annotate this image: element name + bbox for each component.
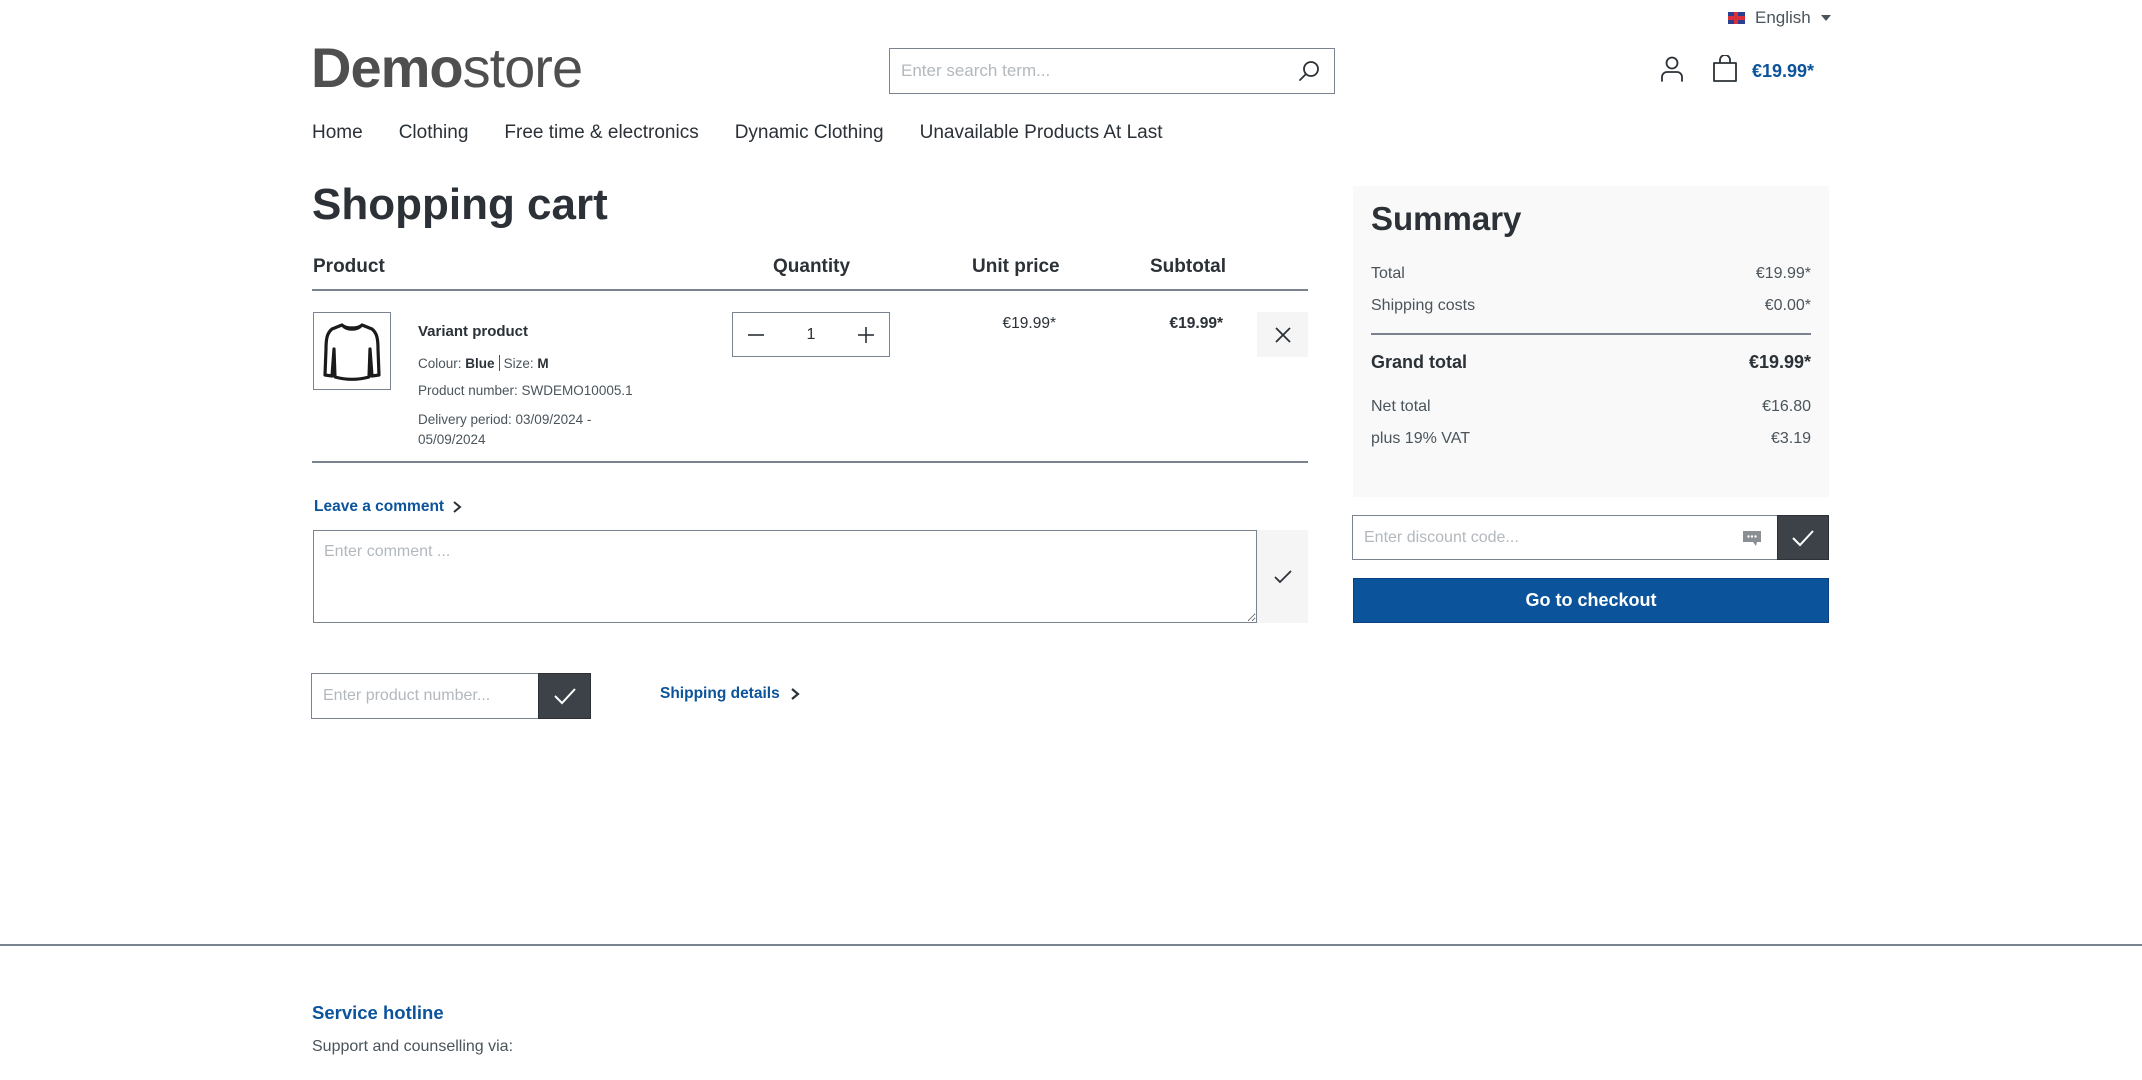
- summary-divider: [1371, 333, 1811, 335]
- caret-down-icon: [1820, 15, 1831, 21]
- discount-form: [1352, 515, 1829, 560]
- summary-row-vat: plus 19% VAT €3.19: [1371, 430, 1811, 448]
- product-number-input[interactable]: [311, 673, 538, 719]
- product-variant: Colour: Blue Size: M: [418, 355, 549, 371]
- search-input[interactable]: [890, 49, 1284, 93]
- plus-icon: [858, 326, 874, 343]
- nav-item-clothing[interactable]: Clothing: [399, 122, 469, 144]
- summary-title: Summary: [1371, 200, 1522, 237]
- size-value: M: [537, 356, 549, 371]
- size-label: Size:: [503, 356, 534, 371]
- logo-light: store: [462, 36, 583, 99]
- vat-label: plus 19% VAT: [1371, 430, 1471, 447]
- discount-code-input[interactable]: [1353, 516, 1741, 559]
- nav-item-free-time-electronics[interactable]: Free time & electronics: [504, 122, 698, 144]
- remove-item-button[interactable]: [1257, 312, 1308, 357]
- summary-row-net-total: Net total €16.80: [1371, 398, 1811, 416]
- sweater-icon: [323, 323, 381, 381]
- product-number: Product number: SWDEMO10005.1: [418, 383, 633, 398]
- store-logo[interactable]: Demostore: [311, 36, 583, 99]
- vat-value: €3.19: [1770, 430, 1811, 447]
- footer-divider: [0, 944, 2142, 946]
- column-header-subtotal: Subtotal: [1150, 256, 1226, 277]
- nav-item-home[interactable]: Home: [312, 122, 363, 144]
- support-text: Support and counselling via:: [312, 1038, 514, 1055]
- minus-icon: [748, 333, 764, 336]
- cart-button[interactable]: €19.99*: [1712, 54, 1815, 88]
- discount-input-box: [1352, 515, 1777, 560]
- leave-comment-label: Leave a comment: [314, 498, 445, 515]
- net-total-label: Net total: [1371, 398, 1431, 415]
- language-label: English: [1755, 8, 1811, 27]
- apply-discount-button[interactable]: [1777, 515, 1829, 560]
- increase-quantity-button[interactable]: [843, 313, 889, 356]
- submit-comment-button[interactable]: [1257, 530, 1308, 623]
- line-subtotal: €19.99*: [1169, 315, 1223, 332]
- page-title: Shopping cart: [312, 180, 608, 229]
- nav-item-unavailable-products[interactable]: Unavailable Products At Last: [920, 122, 1163, 144]
- summary-row-shipping: Shipping costs €0.00*: [1371, 297, 1811, 315]
- checkmark-icon: [1792, 529, 1814, 546]
- summary-row-total: Total €19.99*: [1371, 265, 1811, 283]
- nav-item-dynamic-clothing[interactable]: Dynamic Clothing: [735, 122, 884, 144]
- add-product-button[interactable]: [538, 673, 591, 719]
- table-header-divider: [312, 289, 1308, 291]
- total-value: €19.99*: [1755, 265, 1811, 282]
- chevron-right-icon: [790, 688, 800, 700]
- total-label: Total: [1371, 265, 1405, 282]
- quantity-stepper: [732, 312, 890, 357]
- search-box: [889, 48, 1335, 94]
- column-header-product: Product: [313, 256, 385, 277]
- summary-row-grand-total: Grand total €19.99*: [1371, 352, 1811, 373]
- colour-label: Colour:: [418, 356, 462, 371]
- service-hotline-title: Service hotline: [312, 1002, 444, 1023]
- colour-value: Blue: [465, 356, 495, 371]
- leave-comment-toggle[interactable]: Leave a comment: [314, 498, 462, 516]
- variant-separator: [498, 355, 500, 371]
- shipping-value: €0.00*: [1764, 297, 1811, 314]
- main-navigation: Home Clothing Free time & electronics Dy…: [312, 122, 1163, 144]
- logo-bold: Demo: [311, 36, 464, 99]
- unit-price: €19.99*: [1002, 315, 1056, 332]
- uk-flag-icon: [1728, 12, 1745, 24]
- add-product-form: [311, 673, 591, 719]
- product-name[interactable]: Variant product: [418, 323, 528, 340]
- shopping-bag-icon: [1712, 54, 1738, 88]
- shipping-details-link[interactable]: Shipping details: [660, 685, 800, 703]
- shipping-details-label: Shipping details: [660, 685, 780, 702]
- delivery-period-end: 05/09/2024: [418, 432, 486, 447]
- go-to-checkout-button[interactable]: Go to checkout: [1353, 578, 1829, 623]
- chevron-right-icon: [453, 501, 462, 513]
- language-switcher[interactable]: English: [1728, 8, 1831, 28]
- shipping-label: Shipping costs: [1371, 297, 1476, 314]
- cart-total: €19.99*: [1752, 61, 1815, 81]
- grand-total-value: €19.99*: [1748, 352, 1811, 372]
- product-image[interactable]: [313, 312, 391, 390]
- net-total-value: €16.80: [1762, 398, 1811, 415]
- line-item-divider: [312, 461, 1308, 463]
- decrease-quantity-button[interactable]: [733, 313, 779, 356]
- search-icon[interactable]: [1284, 49, 1334, 93]
- column-header-unit-price: Unit price: [972, 256, 1060, 277]
- delivery-period: Delivery period: 03/09/2024 -: [418, 412, 592, 427]
- account-icon[interactable]: [1660, 56, 1688, 86]
- comment-textarea[interactable]: [313, 530, 1257, 623]
- close-icon: [1274, 326, 1291, 343]
- grand-total-label: Grand total: [1371, 352, 1468, 372]
- column-header-quantity: Quantity: [773, 256, 851, 277]
- order-summary: Summary Total €19.99* Shipping costs €0.…: [1353, 186, 1829, 497]
- checkmark-icon: [553, 688, 576, 705]
- checkmark-icon: [1273, 569, 1292, 583]
- comment-bubble-icon: [1741, 529, 1777, 547]
- quantity-input[interactable]: [781, 325, 841, 344]
